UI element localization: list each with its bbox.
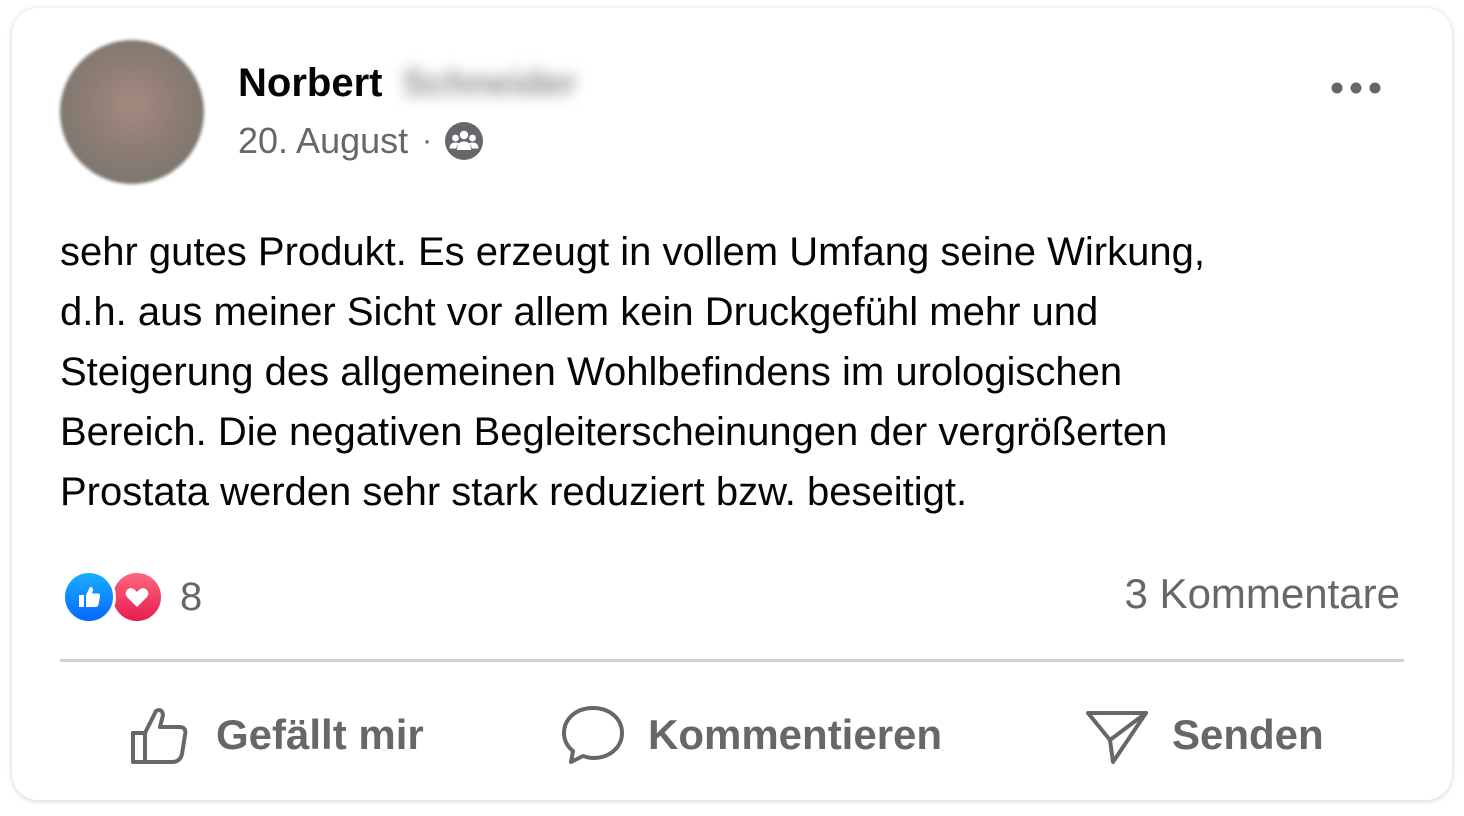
post-text: sehr gutes Produkt. Es erzeugt in vollem… <box>60 230 1205 514</box>
post-date[interactable]: 20. August <box>238 120 408 162</box>
like-reaction-icon <box>62 570 116 624</box>
reactions-summary[interactable]: 8 <box>62 568 202 626</box>
comments-count-link[interactable]: 3 Kommentare <box>1125 570 1400 618</box>
send-button-label: Senden <box>1172 711 1324 758</box>
more-options-button[interactable] <box>1322 68 1390 108</box>
more-options-icon <box>1331 82 1381 94</box>
author-surname-blurred[interactable]: Schneider <box>402 62 576 104</box>
comment-button-label: Kommentieren <box>648 711 943 758</box>
author-name[interactable]: Norbert <box>238 61 382 106</box>
love-reaction-icon <box>110 570 164 624</box>
avatar[interactable] <box>60 40 204 184</box>
meta-separator: · <box>422 124 433 157</box>
post-card: Norbert Schneider 20. August · sehr gute… <box>12 8 1452 800</box>
send-button[interactable]: Senden <box>1084 698 1324 772</box>
comment-button[interactable]: Kommentieren <box>560 698 942 772</box>
like-button[interactable]: Gefällt mir <box>128 698 424 772</box>
post-meta: 20. August · <box>238 118 484 164</box>
author-row: Norbert Schneider <box>238 58 577 108</box>
comment-bubble-icon <box>562 706 624 764</box>
divider <box>60 659 1404 662</box>
thumbs-up-icon <box>131 708 188 764</box>
reaction-count[interactable]: 8 <box>180 575 202 620</box>
like-button-label: Gefällt mir <box>216 711 424 758</box>
send-icon <box>1086 711 1148 764</box>
group-icon[interactable] <box>444 121 484 161</box>
